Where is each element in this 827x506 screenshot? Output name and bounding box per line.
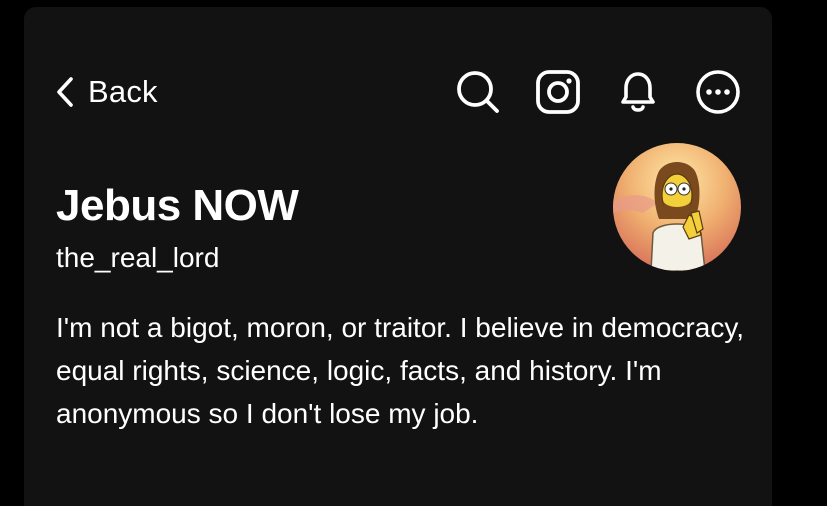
search-icon[interactable] <box>452 66 504 118</box>
profile-username: the_real_lord <box>56 242 220 273</box>
profile-display-name: Jebus NOW <box>56 181 299 230</box>
profile-bio: I'm not a bigot, moron, or traitor. I be… <box>56 312 745 429</box>
more-options-icon[interactable] <box>692 66 744 118</box>
instagram-icon[interactable] <box>532 66 584 118</box>
avatar[interactable] <box>613 143 741 271</box>
back-button[interactable]: Back <box>54 70 158 114</box>
chevron-left-icon <box>54 75 76 109</box>
profile-toolbar <box>452 66 744 118</box>
bell-icon[interactable] <box>612 66 664 118</box>
back-label: Back <box>88 74 158 109</box>
